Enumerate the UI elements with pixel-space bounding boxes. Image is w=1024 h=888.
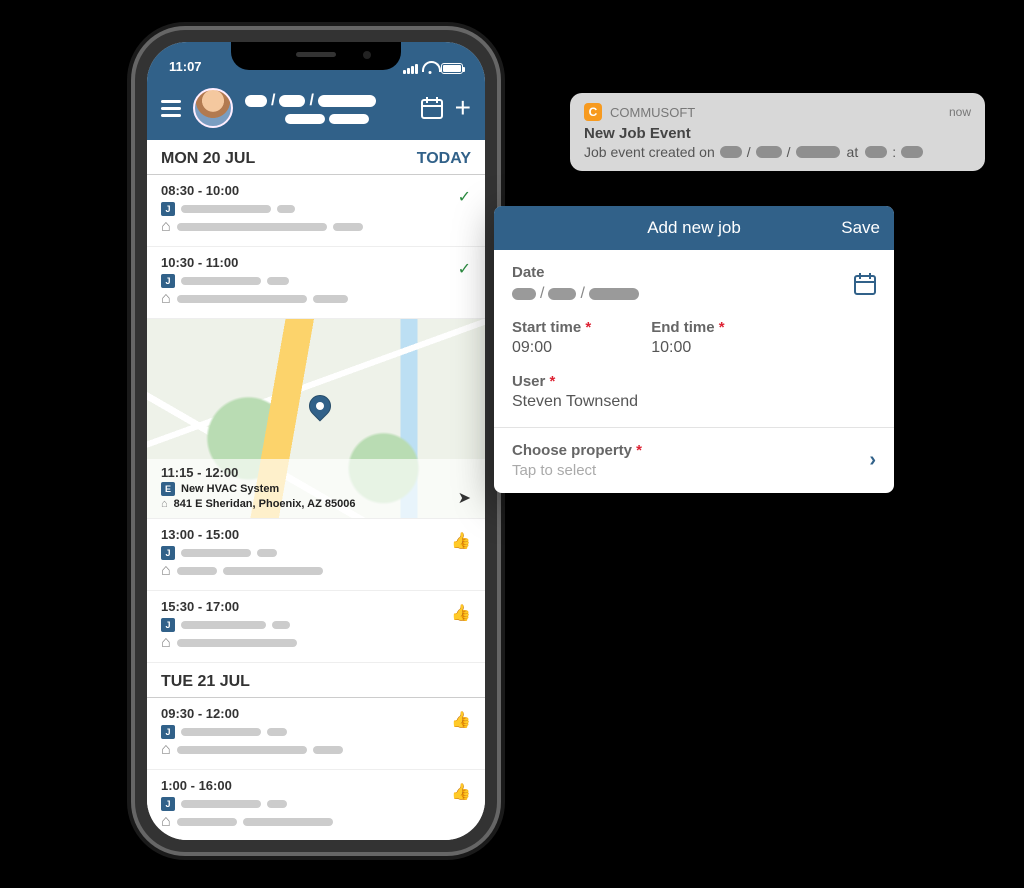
app-header: / / + <box>147 76 485 140</box>
estimate-badge-icon: E <box>161 482 175 496</box>
header-title: / / <box>245 92 409 124</box>
save-button[interactable]: Save <box>841 218 880 238</box>
start-time-label: Start time * <box>512 319 591 336</box>
map-event-overlay: 11:15 - 12:00 E New HVAC System ⌂ 841 E Sh… <box>147 459 485 518</box>
panel-header: Add new job Save <box>494 206 894 250</box>
choose-property-label: Choose property * <box>512 442 642 459</box>
house-icon: ⌂ <box>161 741 171 759</box>
job-badge-icon: J <box>161 202 175 216</box>
end-time-field[interactable]: End time * 10:00 <box>651 319 724 357</box>
date-value: / / <box>512 285 639 303</box>
event-item[interactable]: 15:30 - 17:00 J ⌂ 👍 <box>147 591 485 663</box>
check-icon: ✓ <box>458 187 471 207</box>
thumbs-up-icon: 👍 <box>451 782 471 802</box>
notification-title: New Job Event <box>584 125 971 142</box>
job-badge-icon: J <box>161 618 175 632</box>
notification-body: Job event created on / / at : <box>584 144 971 160</box>
house-icon: ⌂ <box>161 562 171 580</box>
check-icon: ✓ <box>458 259 471 279</box>
notification-header: C COMMUSOFT now <box>584 103 971 121</box>
add-button[interactable]: + <box>455 92 471 124</box>
thumbs-up-icon: 👍 <box>451 710 471 730</box>
job-badge-icon: J <box>161 797 175 811</box>
end-time-label: End time * <box>651 319 724 336</box>
user-label: User * <box>512 373 876 390</box>
job-badge-icon: J <box>161 725 175 739</box>
choose-property-placeholder: Tap to select <box>512 462 642 479</box>
user-value: Steven Townsend <box>512 393 876 411</box>
thumbs-up-icon: 👍 <box>451 531 471 551</box>
day-label: TUE 21 JUL <box>161 673 250 691</box>
today-link[interactable]: TODAY <box>417 150 471 168</box>
schedule-list[interactable]: MON 20 JUL TODAY 08:30 - 10:00 J ⌂ ✓ 10:… <box>147 140 485 840</box>
start-time-value: 09:00 <box>512 339 591 357</box>
end-time-value: 10:00 <box>651 339 724 357</box>
date-field[interactable]: Date / / <box>512 264 876 303</box>
day-header: MON 20 JUL TODAY <box>147 140 485 175</box>
event-item[interactable]: 1:00 - 16:00 J ⌂ 👍 <box>147 770 485 840</box>
phone-screen: 11:07 / / <box>147 42 485 840</box>
avatar[interactable] <box>193 88 233 128</box>
house-icon: ⌂ <box>161 498 168 510</box>
event-time: 11:15 - 12:00 <box>161 465 471 480</box>
status-time: 11:07 <box>169 59 202 74</box>
start-time-field[interactable]: Start time * 09:00 <box>512 319 591 357</box>
choose-property-field[interactable]: Choose property * Tap to select › <box>512 428 876 493</box>
job-badge-icon: J <box>161 546 175 560</box>
app-icon: C <box>584 103 602 121</box>
event-time: 1:00 - 16:00 <box>161 778 471 793</box>
event-title: New HVAC System <box>181 483 279 495</box>
event-time: 09:30 - 12:00 <box>161 706 471 721</box>
event-item[interactable]: 09:30 - 12:00 J ⌂ 👍 <box>147 698 485 770</box>
notification-card[interactable]: C COMMUSOFT now New Job Event Job event … <box>570 93 985 171</box>
signal-icon <box>403 64 418 74</box>
wifi-icon <box>422 63 437 74</box>
event-time: 08:30 - 10:00 <box>161 183 471 198</box>
event-address: 841 E Sheridan, Phoenix, AZ 85006 <box>174 498 356 510</box>
phone-frame: 11:07 / / <box>135 30 497 852</box>
phone-notch <box>231 42 401 70</box>
add-job-panel: Add new job Save Date / / Start time * 0… <box>494 206 894 493</box>
user-field[interactable]: User * Steven Townsend <box>512 373 876 411</box>
house-icon: ⌂ <box>161 290 171 308</box>
notification-time: now <box>949 105 971 119</box>
day-header: TUE 21 JUL <box>147 663 485 698</box>
house-icon: ⌂ <box>161 634 171 652</box>
notification-app-name: COMMUSOFT <box>610 105 695 120</box>
event-item[interactable]: 08:30 - 10:00 J ⌂ ✓ <box>147 175 485 247</box>
house-icon: ⌂ <box>161 813 171 831</box>
navigate-icon[interactable]: ➤ <box>458 488 471 508</box>
panel-title: Add new job <box>647 218 741 238</box>
thumbs-up-icon: 👍 <box>451 603 471 623</box>
event-time: 13:00 - 15:00 <box>161 527 471 542</box>
menu-button[interactable] <box>161 100 181 117</box>
job-badge-icon: J <box>161 274 175 288</box>
event-time: 10:30 - 11:00 <box>161 255 471 270</box>
event-item[interactable]: 13:00 - 15:00 J ⌂ 👍 <box>147 519 485 591</box>
event-time: 15:30 - 17:00 <box>161 599 471 614</box>
status-icons <box>403 63 463 74</box>
chevron-right-icon: › <box>869 449 876 472</box>
day-label: MON 20 JUL <box>161 150 255 168</box>
calendar-icon[interactable] <box>421 97 443 119</box>
date-label: Date <box>512 264 639 281</box>
battery-icon <box>441 63 463 74</box>
event-item[interactable]: 10:30 - 11:00 J ⌂ ✓ <box>147 247 485 319</box>
house-icon: ⌂ <box>161 218 171 236</box>
map-event[interactable]: 11:15 - 12:00 E New HVAC System ⌂ 841 E Sh… <box>147 319 485 519</box>
calendar-icon[interactable] <box>854 273 876 295</box>
